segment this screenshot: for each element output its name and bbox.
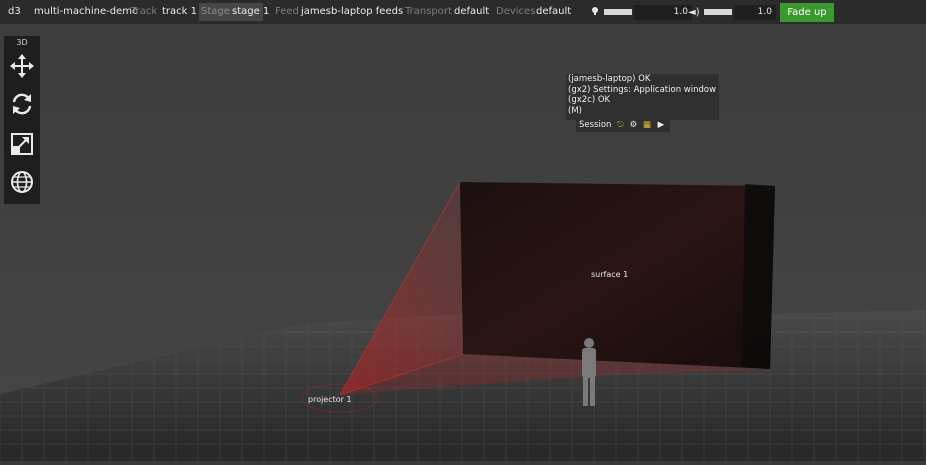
network-icon[interactable]: ⎋	[617, 120, 624, 130]
project-name[interactable]: multi-machine-demo	[34, 6, 138, 18]
notification-panel: (jamesb-laptop) OK (gx2) Settings: Appli…	[566, 74, 719, 120]
globe-icon	[11, 171, 33, 193]
track-label: Track	[131, 6, 158, 17]
fade-up-button[interactable]: Fade up	[780, 3, 834, 22]
transport-label: Transport	[405, 6, 452, 17]
view-toolbar: 3D	[4, 36, 40, 204]
surface-label[interactable]: surface 1	[591, 270, 628, 279]
volume-value[interactable]: 1.0	[734, 5, 776, 20]
devices-value[interactable]: default	[536, 6, 571, 18]
transport-value[interactable]: default	[454, 6, 489, 18]
rotate-icon	[12, 93, 32, 115]
feed-value[interactable]: jamesb-laptop feeds	[301, 6, 403, 18]
stage-value[interactable]: stage 1	[232, 6, 269, 18]
rotate-tool-button[interactable]	[8, 90, 36, 118]
3d-viewport[interactable]: surface 1 projector 1	[0, 24, 926, 461]
gear-icon[interactable]: ⚙	[630, 120, 638, 130]
top-bar: d3 multi-machine-demo Track track 1 Stag…	[0, 0, 926, 24]
play-icon[interactable]: ▶	[658, 120, 665, 130]
app-name[interactable]: d3	[8, 6, 21, 18]
surface-side	[742, 184, 775, 369]
session-bar[interactable]: Session ⎋ ⚙ ▦ ▶	[576, 119, 670, 132]
stage-label: Stage	[201, 6, 230, 17]
projector-label[interactable]: projector 1	[308, 395, 352, 404]
globe-tool-button[interactable]	[8, 168, 36, 196]
lightbulb-icon	[592, 7, 598, 15]
notification-line: (M)	[568, 105, 582, 116]
session-label: Session	[579, 120, 612, 130]
brightness-value[interactable]: 1.0	[634, 5, 692, 20]
scale-icon	[11, 133, 33, 155]
volume-slider[interactable]	[704, 9, 732, 15]
notification-line: (gx2c) OK	[568, 95, 611, 105]
notification-line: (jamesb-laptop) OK	[568, 74, 651, 84]
machine-icon[interactable]: ▦	[643, 120, 651, 130]
scale-tool-button[interactable]	[8, 130, 36, 158]
view-mode-label[interactable]: 3D	[4, 38, 40, 47]
track-value[interactable]: track 1	[162, 6, 197, 18]
speaker-icon: ◄)	[688, 7, 700, 18]
feed-label: Feed	[275, 6, 299, 17]
brightness-slider[interactable]	[604, 9, 632, 15]
move-tool-button[interactable]	[8, 52, 36, 80]
notification-line: (gx2) Settings: Application window	[568, 84, 717, 95]
scene-canvas[interactable]	[0, 24, 926, 461]
devices-label: Devices	[496, 6, 536, 17]
move-icon	[10, 54, 34, 78]
